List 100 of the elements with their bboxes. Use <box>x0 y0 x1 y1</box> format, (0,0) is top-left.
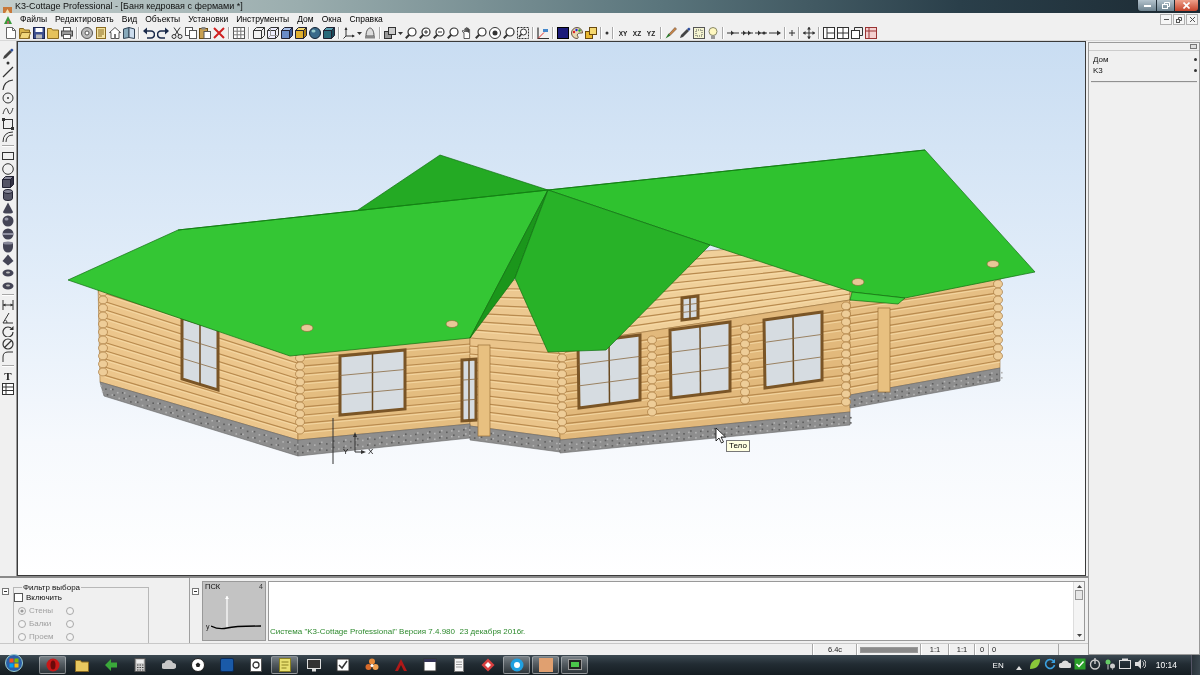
up-arrow-icon[interactable] <box>1015 666 1022 670</box>
minimize-button[interactable] <box>1137 0 1157 12</box>
menu-item[interactable]: Файлы <box>16 13 51 26</box>
sphere-icon[interactable] <box>2 214 14 227</box>
plus-icon[interactable] <box>789 30 795 36</box>
arc-icon[interactable] <box>2 130 14 143</box>
refresh-icon[interactable] <box>1044 658 1057 670</box>
brush-icon[interactable] <box>665 27 677 39</box>
grid-icon[interactable] <box>233 27 245 39</box>
document-icon[interactable] <box>95 27 107 39</box>
menu-item[interactable]: Редактировать <box>51 13 118 26</box>
taskbar-button[interactable] <box>271 656 298 674</box>
zoom-icon[interactable] <box>503 27 515 39</box>
file-icon[interactable] <box>5 27 17 39</box>
cone-icon[interactable] <box>2 201 14 214</box>
axes-icon[interactable] <box>537 27 549 39</box>
circle-icon[interactable] <box>2 162 14 175</box>
wireframe-cube-icon[interactable] <box>253 27 265 39</box>
caret-icon[interactable] <box>357 31 362 35</box>
pipette-icon[interactable] <box>679 27 691 39</box>
zoom-icon[interactable] <box>475 27 487 39</box>
dot-icon[interactable] <box>6 60 10 65</box>
dome-icon[interactable] <box>364 27 376 39</box>
close-button[interactable] <box>1175 0 1199 12</box>
restore-button[interactable] <box>1157 0 1175 12</box>
arc-icon[interactable] <box>2 78 14 91</box>
pins-icon[interactable] <box>1104 658 1117 670</box>
language-indicator[interactable]: EN <box>992 660 1004 670</box>
house-icon[interactable] <box>109 27 121 39</box>
cube-icon[interactable] <box>323 27 335 39</box>
pyramid-icon[interactable] <box>2 253 14 266</box>
power-icon[interactable] <box>1089 658 1102 670</box>
layout-icon[interactable] <box>851 27 863 39</box>
menu-item[interactable]: Установки <box>184 13 233 26</box>
hand-icon[interactable] <box>461 27 473 39</box>
up-arrow-icon[interactable] <box>1076 585 1082 588</box>
delete-icon[interactable] <box>213 27 225 39</box>
layout-icon[interactable] <box>823 27 835 39</box>
leaf-icon[interactable] <box>1029 658 1042 670</box>
undo-icon[interactable] <box>143 27 155 39</box>
fillet-icon[interactable] <box>2 350 14 363</box>
checkbox[interactable] <box>14 593 23 602</box>
circle-slash-icon[interactable] <box>2 337 14 350</box>
taskbar-button[interactable] <box>561 656 588 674</box>
angle-icon[interactable] <box>2 311 14 324</box>
move-icon[interactable] <box>803 27 815 39</box>
menu-item[interactable]: Инструменты <box>232 13 294 26</box>
pane-icon[interactable] <box>2 588 9 595</box>
cube-icon[interactable] <box>2 175 14 188</box>
tree-item[interactable]: K3 <box>1091 66 1103 75</box>
clock[interactable]: 10:14 <box>1155 660 1177 670</box>
tree-item[interactable]: Дом <box>1091 55 1109 64</box>
cube-icon[interactable] <box>281 27 293 39</box>
target-icon[interactable] <box>489 27 501 39</box>
text-tool[interactable]: T <box>4 369 12 382</box>
pane-icon[interactable] <box>192 588 199 595</box>
pipette-icon[interactable] <box>2 47 14 60</box>
bulb-icon[interactable] <box>707 27 719 39</box>
sphere-icon[interactable] <box>309 27 321 39</box>
circle-icon[interactable] <box>2 91 14 104</box>
menu-item[interactable]: Справка <box>345 13 387 26</box>
color-swatch-icon[interactable] <box>557 27 569 39</box>
copy-icon[interactable] <box>185 27 197 39</box>
menu-item[interactable]: Дом <box>293 13 318 26</box>
redo-icon[interactable] <box>157 27 169 39</box>
cubes-icon[interactable] <box>384 27 396 39</box>
open-folder-icon[interactable] <box>19 27 31 39</box>
table-icon[interactable] <box>2 382 14 395</box>
line-icon[interactable] <box>2 65 14 78</box>
save-icon[interactable] <box>33 27 45 39</box>
scissors-icon[interactable] <box>171 27 183 39</box>
paste-icon[interactable] <box>199 27 211 39</box>
zoom-out-icon[interactable] <box>433 27 445 39</box>
scrollbar[interactable] <box>1073 582 1084 640</box>
speaker-icon[interactable] <box>1134 658 1147 670</box>
frame-icon[interactable] <box>693 27 705 39</box>
book-icon[interactable] <box>123 27 135 39</box>
zoom-icon[interactable] <box>405 27 417 39</box>
cube-icon[interactable] <box>295 27 307 39</box>
scrollbar-thumb[interactable] <box>1075 590 1083 600</box>
printer-icon[interactable] <box>61 27 73 39</box>
sphere-icon[interactable] <box>2 227 14 240</box>
check-icon[interactable] <box>1074 658 1087 670</box>
palette-icon[interactable] <box>571 27 583 39</box>
rotate-icon[interactable] <box>2 324 14 337</box>
zoom-in-icon[interactable] <box>419 27 431 39</box>
down-arrow-icon[interactable] <box>1076 634 1082 637</box>
zoom-window-icon[interactable] <box>517 27 529 39</box>
wireframe-cube-icon[interactable] <box>267 27 279 39</box>
menu-item[interactable]: Объекты <box>141 13 185 26</box>
rectangle-icon[interactable] <box>2 117 14 130</box>
layout-icon[interactable] <box>837 27 849 39</box>
rectangle-icon[interactable] <box>2 149 14 162</box>
dimension-icon[interactable] <box>2 298 14 311</box>
taskbar-button[interactable] <box>503 656 530 674</box>
menu-item[interactable]: Окна <box>317 13 346 26</box>
cloud-icon[interactable] <box>1059 658 1072 670</box>
dot-icon[interactable] <box>605 31 609 35</box>
frame-icon[interactable] <box>1119 658 1132 670</box>
bowl-icon[interactable] <box>2 240 14 253</box>
